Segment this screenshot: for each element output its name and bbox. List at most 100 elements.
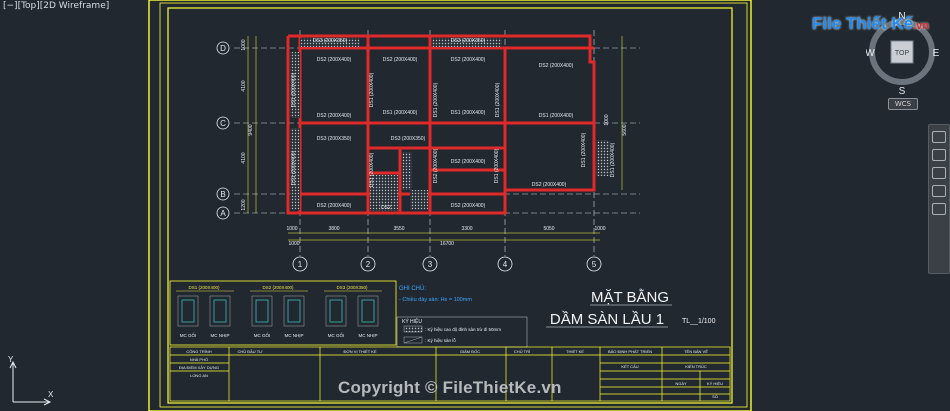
section-label: MC GỐI (328, 332, 345, 338)
dim-b5: 1000 (594, 226, 605, 232)
beam-label: DS1 (200X400) (383, 110, 418, 116)
beam-label: DS3 (200X350) (391, 136, 426, 142)
tb-ket-cau: KẾT CẤU (621, 364, 638, 369)
wcs-menu[interactable]: WCS (888, 98, 918, 110)
drawing-viewport[interactable]: [−][Top][2D Wireframe] DS3 (200X350) DS3… (0, 0, 950, 411)
section-rebar (181, 299, 195, 323)
tb-ten-ban-ve: TÊN BẢN VẼ (684, 349, 708, 354)
beam-label: DS1 (200X400) (451, 110, 486, 116)
beam-label: DS1 (200X400) (291, 72, 297, 107)
dim-b0: 1000 (286, 226, 297, 232)
logo-thiet-ke: Thiết Kế (846, 14, 914, 33)
section-label: MC GỐI (180, 332, 197, 338)
steering-wheel-icon[interactable] (932, 131, 946, 143)
logo-file: File (812, 14, 842, 33)
model-space-canvas: DS3 (200X350) DS3 (200X350) DS2 (200X400) D… (8, 0, 752, 411)
grid-col-2: 2 (366, 260, 371, 269)
tb-long-an: LONG AN (190, 373, 208, 378)
beam-label: DS2 (200X400) (317, 203, 352, 209)
tb-thiet-ke: THIẾT KẾ (566, 349, 584, 354)
tb-phuong-an: BẢO ĐỊNH PHÁT TRIỂN (608, 349, 652, 354)
pan-icon[interactable] (932, 149, 946, 161)
dim-b2: 3550 (393, 226, 404, 232)
section-details: DS1 (200X400) MC GỐI MC NHỊP DS2 (200X400) M… (176, 285, 382, 338)
section-title: DS3 (200X350) (336, 285, 368, 290)
grid-row-b: B (220, 190, 225, 199)
watermark-copyright: Copyright © FileThietKe.vn (338, 378, 562, 397)
compass-w: W (866, 48, 875, 59)
tb-ky-hieu: KÝ HIỆU (707, 381, 723, 386)
tb-ngay: NGÀY (675, 381, 687, 386)
beam-label: DS1 (200X400) (539, 113, 574, 119)
beam-label: DS1 (200X400) (433, 82, 439, 117)
beam-label: DS1 (200X400) (369, 72, 375, 107)
section-rebar (255, 299, 269, 323)
section-rebar (361, 299, 375, 323)
beam-label: DS1 (200X400) (494, 148, 500, 183)
dim-l3: 4100 (241, 152, 247, 163)
tb-chu-dau-tu: CHỦ ĐẦU TƯ (237, 349, 263, 354)
viewcube-top: TOP (895, 50, 910, 57)
tb-dia-diem: ĐỊA ĐIỂM XÂY DỰNG (179, 365, 219, 370)
grid-row-d: D (220, 44, 226, 53)
legend-1: : Ký hiệu cao độ đỉnh sàn trừ đi 50mm (425, 326, 501, 332)
tb-chu-tri: CHỦ TRÌ (514, 349, 530, 354)
dim-l1: 4100 (241, 80, 247, 91)
dim-l2: 9400 (248, 124, 254, 135)
dim-r0: 1000 (604, 114, 610, 125)
navigation-bar[interactable] (928, 124, 950, 274)
ucs-icon (9, 360, 52, 406)
legend-2: : Ký hiệu sàn lỗ (425, 337, 456, 343)
tb-so: SỐ (712, 394, 718, 399)
notes-line: - Chiều dày sàn: Hs = 100mm (399, 297, 472, 303)
dimension-texts: 1000 3800 3550 3300 5050 1000 16700 1000 (286, 226, 605, 247)
legend-title: KÝ HIỆU (402, 317, 422, 325)
notes-title: GHI CHÚ: (399, 285, 426, 292)
grid-col-1: 1 (298, 260, 303, 269)
compass-e: E (933, 48, 940, 59)
section-label: MC NHỊP (285, 333, 304, 338)
beam-label: DS1 (200X400) (610, 142, 616, 177)
showmotion-icon[interactable] (932, 203, 946, 215)
logo-vn: .vn (913, 20, 929, 32)
dim-b0b: 1000 (288, 241, 299, 247)
orbit-icon[interactable] (932, 185, 946, 197)
section-label: MC GỐI (254, 332, 271, 338)
tb-don-vi: ĐƠN VỊ THIẾT KẾ (343, 349, 376, 354)
watermark-logo: File Thiết Kế.vn (812, 14, 929, 34)
beam-label: DS2 (200X400) (433, 148, 439, 183)
tb-giam-doc: GIÁM ĐỐC (460, 349, 480, 354)
dim-b1: 3800 (328, 226, 339, 232)
beam-label: DS2 (200X400) (451, 159, 486, 165)
beam-label: DS3 (200X350) (313, 38, 348, 44)
ucs-x: X (48, 390, 54, 399)
tb-nha-pho: NHÀ PHỐ (190, 357, 208, 362)
section-title: DS1 (200X400) (188, 285, 220, 290)
beam-label: DS1 (200X400) (291, 150, 297, 185)
beam-label: DS1 (200X400) (495, 82, 501, 117)
tb-kien-truc: KIẾN TRÚC (685, 364, 707, 369)
beam-label: DS3 (200X350) (451, 38, 486, 44)
grid-col-5: 5 (592, 260, 597, 269)
dim-b3: 3300 (461, 226, 472, 232)
dim-l4: 1200 (241, 199, 247, 210)
grid-col-3: 3 (428, 260, 433, 269)
dim-total: 16700 (440, 241, 454, 247)
beam-label: DS2 (200X400) (451, 203, 486, 209)
drawing-scale: TL__1/100 (682, 318, 716, 325)
beam-label: DS3 (200X350) (317, 136, 352, 142)
section-label: MC NHỊP (359, 333, 378, 338)
zoom-icon[interactable] (932, 167, 946, 179)
dim-b4: 5050 (543, 226, 554, 232)
dim-l0: 1000 (241, 39, 247, 50)
section-rebar (287, 299, 301, 323)
compass-s: S (899, 86, 906, 97)
beam-label: DS2 (200X400) (532, 182, 567, 188)
section-label: MC NHỊP (211, 333, 230, 338)
beam-label: DS2 (200X400) (317, 57, 352, 63)
drawing-title-2: DẦM SÀN LẦU 1 (550, 311, 664, 328)
grid-row-a: A (220, 209, 226, 218)
section-rebar (213, 299, 227, 323)
section-rebar (329, 299, 343, 323)
grid-col-4: 4 (503, 260, 508, 269)
